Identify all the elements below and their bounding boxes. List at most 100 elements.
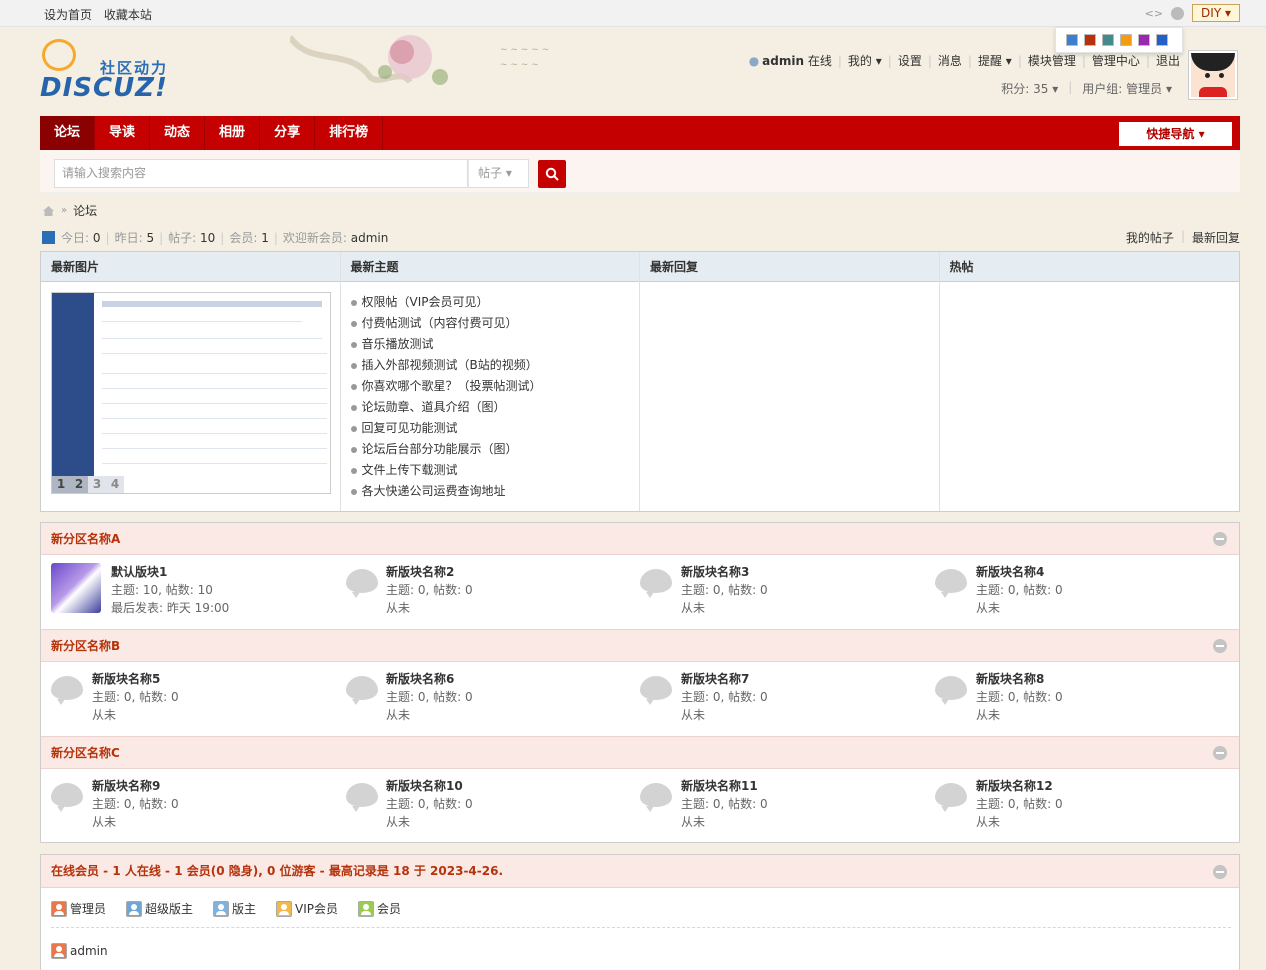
nav-album[interactable]: 相册 <box>205 116 261 150</box>
category-title[interactable]: 新分区名称C <box>51 746 120 760</box>
settings-link[interactable]: 设置 <box>898 52 922 69</box>
swatch-navy[interactable] <box>1156 34 1168 46</box>
slide-1[interactable]: 1 <box>52 476 70 493</box>
search-icon <box>545 167 559 181</box>
topic-item[interactable]: 回复可见功能测试 <box>351 418 542 439</box>
forum-categories: 新分区名称A 默认版块1 主题: 10, 帖数: 10 最后发表: 昨天 19:… <box>40 522 1240 843</box>
collapse-icon[interactable] <box>1213 639 1227 653</box>
board-name[interactable]: 新版块名称6 <box>386 670 454 687</box>
search-type-select[interactable]: 帖子 ▾ <box>468 159 529 188</box>
board-name[interactable]: 新版块名称11 <box>681 777 758 794</box>
nav-share[interactable]: 分享 <box>260 116 316 150</box>
nav-ranking[interactable]: 排行榜 <box>315 116 384 150</box>
category-title[interactable]: 新分区名称B <box>51 639 120 653</box>
diy-button[interactable]: DIY ▾ <box>1192 4 1240 22</box>
breadcrumb-current[interactable]: 论坛 <box>73 202 97 219</box>
image-slideshow[interactable]: 1 2 3 4 <box>51 292 331 494</box>
collapse-icon[interactable] <box>1213 532 1227 546</box>
user-icon: ● <box>748 53 760 68</box>
category-title[interactable]: 新分区名称A <box>51 532 120 546</box>
my-menu[interactable]: 我的 ▾ <box>848 52 882 69</box>
username-link[interactable]: admin <box>762 54 804 68</box>
slide-4[interactable]: 4 <box>106 476 124 493</box>
portal-panel: 最新图片 1 2 3 4 最新主题 权限帖（VIP会员可见） 付费帖测试（内容付… <box>40 251 1240 512</box>
search-button[interactable] <box>538 160 566 188</box>
board-item[interactable]: 新版块名称2 主题: 0, 帖数: 0 从未 <box>346 563 636 623</box>
board-name[interactable]: 新版块名称8 <box>976 670 1044 687</box>
board-item[interactable]: 新版块名称3 主题: 0, 帖数: 0 从未 <box>640 563 930 623</box>
reminders-menu[interactable]: 提醒 ▾ <box>978 52 1012 69</box>
board-item[interactable]: 新版块名称9 主题: 0, 帖数: 0 从未 <box>51 777 341 837</box>
swatch-teal[interactable] <box>1102 34 1114 46</box>
board-item[interactable]: 新版块名称11 主题: 0, 帖数: 0 从未 <box>640 777 930 837</box>
divider <box>51 927 1231 928</box>
board-item[interactable]: 默认版块1 主题: 10, 帖数: 10 最后发表: 昨天 19:00 <box>51 563 341 623</box>
topic-item[interactable]: 你喜欢哪个歌星？（投票帖测试） <box>351 376 542 397</box>
slide-3[interactable]: 3 <box>88 476 106 493</box>
nav-forum[interactable]: 论坛 <box>40 116 96 150</box>
swatch-blue[interactable] <box>1066 34 1078 46</box>
palette-icon[interactable] <box>1171 6 1185 20</box>
quick-nav-button[interactable]: 快捷导航 ▾ <box>1119 122 1232 146</box>
swatch-purple[interactable] <box>1138 34 1150 46</box>
chart-icon <box>42 231 55 244</box>
board-item[interactable]: 新版块名称8 主题: 0, 帖数: 0 从未 <box>935 670 1225 730</box>
topic-item[interactable]: 论坛后台部分功能展示（图） <box>351 439 542 460</box>
topic-item[interactable]: 文件上传下载测试 <box>351 460 542 481</box>
board-item[interactable]: 新版块名称10 主题: 0, 帖数: 0 从未 <box>346 777 636 837</box>
my-posts-link[interactable]: 我的帖子 <box>1126 229 1174 246</box>
member-legend: 管理员 超级版主 版主 VIP会员 会员 <box>51 900 401 917</box>
admin-user-icon <box>51 900 67 917</box>
stat-yesterday: 5 <box>146 230 155 245</box>
legend-vip: VIP会员 <box>276 900 338 917</box>
board-last-post[interactable]: 最后发表: 昨天 19:00 <box>111 599 229 616</box>
topic-item[interactable]: 权限帖（VIP会员可见） <box>351 292 542 313</box>
board-name[interactable]: 新版块名称9 <box>92 777 160 794</box>
topic-item[interactable]: 音乐播放测试 <box>351 334 542 355</box>
points-menu[interactable]: 积分: 35 ▾ <box>1001 80 1058 97</box>
nav-guide[interactable]: 导读 <box>95 116 151 150</box>
latest-replies-link[interactable]: 最新回复 <box>1192 229 1240 246</box>
user-group-menu[interactable]: 用户组: 管理员 ▾ <box>1082 80 1172 97</box>
board-item[interactable]: 新版块名称5 主题: 0, 帖数: 0 从未 <box>51 670 341 730</box>
board-name[interactable]: 新版块名称5 <box>92 670 160 687</box>
topic-item[interactable]: 各大快递公司运费查询地址 <box>351 481 542 502</box>
board-item[interactable]: 新版块名称7 主题: 0, 帖数: 0 从未 <box>640 670 930 730</box>
legend-member: 会员 <box>358 900 401 917</box>
logo-bubble-icon <box>42 39 76 71</box>
search-input[interactable]: 请输入搜索内容 <box>54 159 468 188</box>
board-name[interactable]: 新版块名称2 <box>386 563 454 580</box>
code-icon[interactable]: <> <box>1145 7 1163 20</box>
bookmark-link[interactable]: 收藏本站 <box>104 8 152 22</box>
admin-center-link[interactable]: 管理中心 <box>1092 52 1140 69</box>
collapse-icon[interactable] <box>1213 865 1227 879</box>
swatch-red[interactable] <box>1084 34 1096 46</box>
nav-feed[interactable]: 动态 <box>150 116 206 150</box>
board-name[interactable]: 新版块名称7 <box>681 670 749 687</box>
board-item[interactable]: 新版块名称4 主题: 0, 帖数: 0 从未 <box>935 563 1225 623</box>
swatch-orange[interactable] <box>1120 34 1132 46</box>
board-name[interactable]: 新版块名称10 <box>386 777 463 794</box>
module-admin-link[interactable]: 模块管理 <box>1028 52 1076 69</box>
slide-2[interactable]: 2 <box>70 476 88 493</box>
avatar[interactable] <box>1188 50 1238 100</box>
board-name[interactable]: 默认版块1 <box>111 563 167 580</box>
discuz-logo[interactable]: 社区动力 DISCUZ! <box>40 37 170 107</box>
collapse-icon[interactable] <box>1213 746 1227 760</box>
topic-item[interactable]: 论坛勋章、道具介绍（图） <box>351 397 542 418</box>
board-bubble-icon <box>640 783 672 812</box>
online-member[interactable]: admin <box>51 943 108 959</box>
home-icon[interactable] <box>42 205 55 217</box>
messages-link[interactable]: 消息 <box>938 52 962 69</box>
board-item[interactable]: 新版块名称6 主题: 0, 帖数: 0 从未 <box>346 670 636 730</box>
board-name[interactable]: 新版块名称12 <box>976 777 1053 794</box>
topic-item[interactable]: 插入外部视频测试（B站的视频） <box>351 355 542 376</box>
online-member-name[interactable]: admin <box>70 944 108 958</box>
new-member-link[interactable]: admin <box>351 231 389 245</box>
logout-link[interactable]: 退出 <box>1156 52 1180 69</box>
set-home-link[interactable]: 设为首页 <box>44 8 92 22</box>
topic-item[interactable]: 付费帖测试（内容付费可见） <box>351 313 542 334</box>
board-name[interactable]: 新版块名称3 <box>681 563 749 580</box>
board-name[interactable]: 新版块名称4 <box>976 563 1044 580</box>
board-item[interactable]: 新版块名称12 主题: 0, 帖数: 0 从未 <box>935 777 1225 837</box>
